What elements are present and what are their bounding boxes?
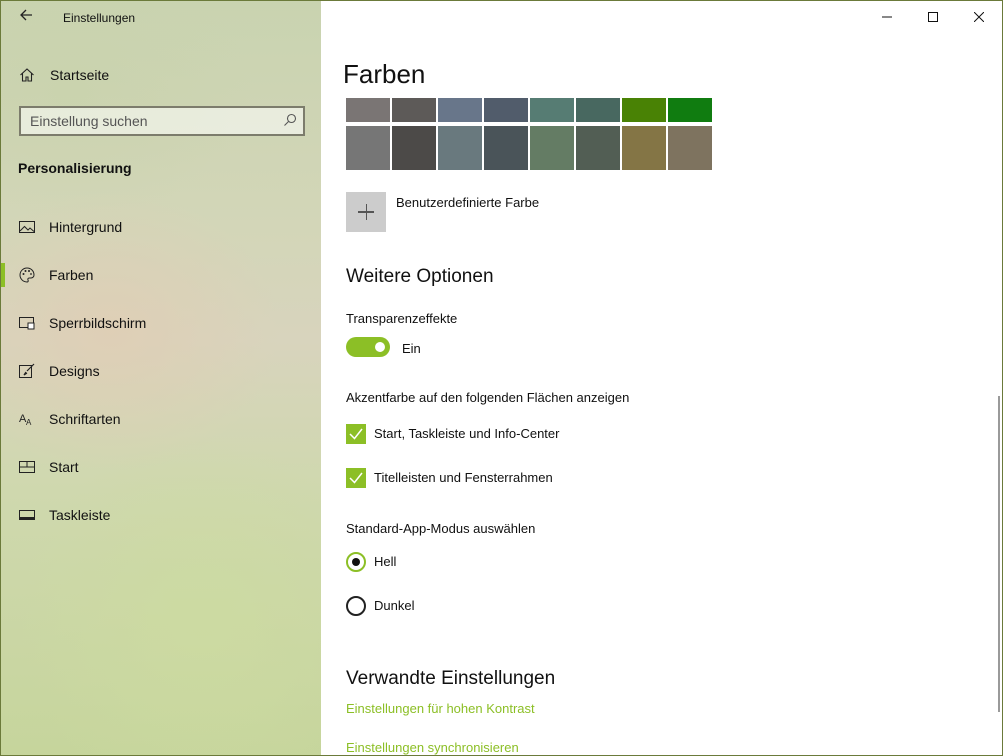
search-input[interactable]	[21, 108, 280, 134]
color-swatch[interactable]	[668, 98, 712, 122]
radio-light[interactable]	[346, 552, 366, 572]
color-swatch[interactable]	[576, 126, 620, 170]
sidebar-item-label: Hintergrund	[49, 219, 123, 235]
high-contrast-link[interactable]: Einstellungen für hohen Kontrast	[346, 701, 535, 716]
sidebar-item-start[interactable]: Start	[1, 447, 321, 487]
transparency-label: Transparenzeffekte	[346, 311, 458, 326]
nav-home[interactable]: Startseite	[1, 61, 321, 89]
checkbox-start-taskbar[interactable]	[346, 424, 366, 444]
start-menu-icon	[19, 459, 35, 475]
page-title: Farben	[343, 59, 426, 89]
palette-icon	[19, 267, 35, 283]
color-swatch[interactable]	[346, 126, 390, 170]
taskbar-icon	[19, 507, 35, 523]
picture-icon	[19, 219, 35, 235]
checkbox-start-label: Start, Taskleiste und Info-Center	[374, 426, 560, 441]
brush-icon	[19, 363, 35, 379]
sidebar-item-label: Sperrbildschirm	[49, 315, 147, 331]
selection-indicator	[1, 263, 5, 287]
section-heading: Personalisierung	[18, 160, 132, 176]
color-swatch[interactable]	[438, 98, 482, 122]
more-options-heading: Weitere Optionen	[346, 266, 494, 287]
sidebar-item-label: Farben	[49, 267, 94, 283]
color-swatch[interactable]	[530, 126, 574, 170]
sidebar-item-designs[interactable]: Designs	[1, 351, 321, 391]
accent-surfaces-label: Akzentfarbe auf den folgenden Flächen an…	[346, 390, 630, 405]
radio-dark-label: Dunkel	[374, 598, 415, 613]
sidebar-item-sperrbildschirm[interactable]: Sperrbildschirm	[1, 303, 321, 343]
transparency-toggle[interactable]	[346, 337, 390, 357]
sync-settings-link[interactable]: Einstellungen synchronisieren	[346, 740, 519, 755]
app-mode-label: Standard-App-Modus auswählen	[346, 521, 536, 536]
home-icon	[19, 67, 35, 88]
scrollbar[interactable]	[998, 396, 1000, 712]
close-button[interactable]	[956, 1, 1002, 33]
sidebar-item-label: Designs	[49, 363, 100, 379]
checkbox-titlebars-label: Titelleisten und Fensterrahmen	[374, 470, 553, 485]
nav-home-label: Startseite	[50, 67, 110, 83]
search-icon[interactable]	[283, 113, 297, 132]
color-swatch[interactable]	[622, 98, 666, 122]
color-swatch[interactable]	[576, 98, 620, 122]
custom-color-label: Benutzerdefinierte Farbe	[396, 195, 540, 210]
font-icon: AA	[19, 411, 35, 427]
lock-screen-icon	[19, 315, 35, 331]
svg-text:A: A	[26, 418, 32, 427]
maximize-button[interactable]	[910, 1, 956, 33]
sidebar-item-label: Schriftarten	[49, 411, 121, 427]
settings-window: Einstellungen Startseite Personalisierun…	[0, 0, 1003, 756]
color-swatch[interactable]	[392, 98, 436, 122]
color-swatch[interactable]	[392, 126, 436, 170]
checkbox-titlebars[interactable]	[346, 468, 366, 488]
color-swatch[interactable]	[484, 126, 528, 170]
sidebar-item-farben[interactable]: Farben	[1, 255, 321, 295]
color-swatch[interactable]	[530, 98, 574, 122]
minimize-button[interactable]	[864, 1, 910, 33]
color-swatch[interactable]	[484, 98, 528, 122]
radio-light-label: Hell	[374, 554, 397, 569]
related-settings-heading: Verwandte Einstellungen	[346, 668, 556, 689]
color-swatch[interactable]	[622, 126, 666, 170]
app-title: Einstellungen	[63, 11, 136, 25]
radio-dark[interactable]	[346, 596, 366, 616]
custom-color-button[interactable]	[346, 192, 386, 232]
sidebar-item-schriftarten[interactable]: AA Schriftarten	[1, 399, 321, 439]
color-swatch[interactable]	[668, 126, 712, 170]
sidebar-item-label: Taskleiste	[49, 507, 111, 523]
sidebar-item-hintergrund[interactable]: Hintergrund	[1, 207, 321, 247]
back-arrow-icon[interactable]	[15, 7, 37, 29]
search-box	[19, 106, 305, 136]
sidebar-item-taskleiste[interactable]: Taskleiste	[1, 495, 321, 535]
color-swatch[interactable]	[438, 126, 482, 170]
color-swatch[interactable]	[346, 98, 390, 122]
toggle-state-label: Ein	[402, 341, 421, 356]
sidebar-item-label: Start	[49, 459, 79, 475]
content-pane: Farben Benutzerdefinierte Farbe Weitere …	[321, 1, 1002, 755]
sidebar: Einstellungen Startseite Personalisierun…	[1, 1, 321, 755]
